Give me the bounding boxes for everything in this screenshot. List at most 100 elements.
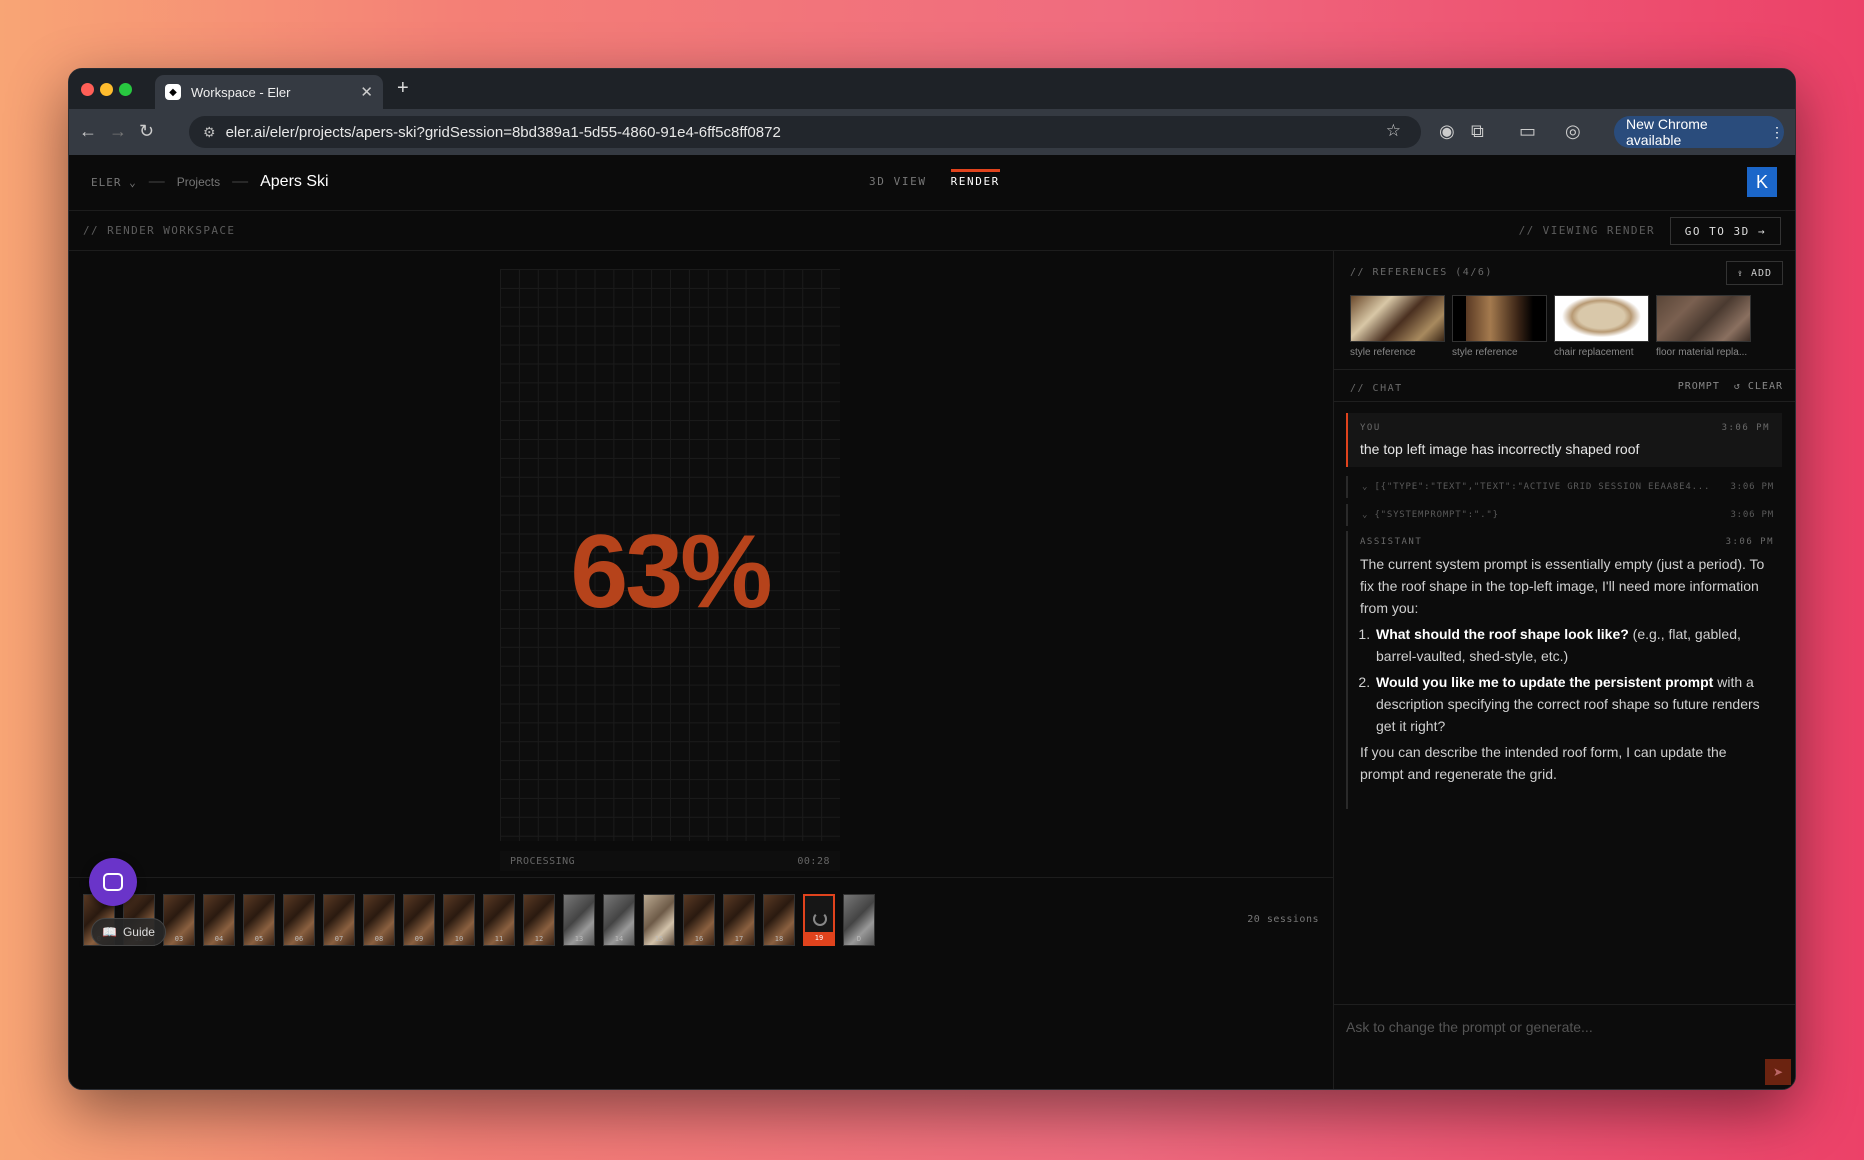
- support-chat-button[interactable]: [89, 858, 137, 906]
- session-number: 04: [214, 935, 224, 943]
- render-workspace-label: // RENDER WORKSPACE: [83, 224, 236, 237]
- chevron-down-icon: ⌄: [1362, 510, 1375, 520]
- message-meta: ASSISTANT 3:06 PM: [1360, 537, 1774, 547]
- message-role: ASSISTANT: [1360, 537, 1423, 547]
- tab-3d-view[interactable]: 3D VIEW: [869, 169, 927, 194]
- session-number: 12: [534, 935, 544, 943]
- go-to-3d-button[interactable]: GO TO 3D →: [1669, 217, 1781, 245]
- session-thumbnail[interactable]: 15: [643, 894, 675, 946]
- browser-tab[interactable]: ◆ Workspace - Eler ✕: [155, 75, 383, 109]
- message-role: YOU: [1360, 423, 1381, 433]
- eler-favicon-icon: ◆: [165, 84, 181, 100]
- guide-button[interactable]: 📖 Guide: [91, 918, 166, 946]
- assistant-outro: If you can describe the intended roof fo…: [1360, 744, 1727, 782]
- reference-thumbnail: [1656, 295, 1751, 342]
- maximize-window-button[interactable]: [119, 83, 132, 96]
- clear-button[interactable]: ↺ CLEAR: [1734, 381, 1783, 392]
- breadcrumb-project-name: Apers Ski: [260, 173, 329, 190]
- system-message-text: [{"TYPE":"TEXT","TEXT":"ACTIVE GRID SESS…: [1374, 482, 1711, 492]
- back-icon[interactable]: ←: [79, 121, 97, 142]
- session-thumbnail[interactable]: 12: [523, 894, 555, 946]
- session-thumbnail[interactable]: 16: [683, 894, 715, 946]
- guide-label: Guide: [122, 925, 155, 939]
- chat-controls: PROMPT ↺ CLEAR: [1678, 381, 1783, 392]
- session-thumbnail[interactable]: 09: [403, 894, 435, 946]
- session-number: 09: [414, 935, 424, 943]
- system-message-text: {"SYSTEMPROMPT":"."}: [1374, 510, 1499, 520]
- reset-icon: ↺: [1733, 381, 1748, 392]
- bookmark-star-icon[interactable]: ☆: [1386, 121, 1401, 141]
- address-bar[interactable]: ⚙ eler.ai/eler/projects/apers-ski?gridSe…: [189, 116, 1421, 148]
- right-panel: // REFERENCES (4/6) ⇪ ADD style referenc…: [1333, 251, 1795, 1089]
- kebab-menu-icon: ⋮: [1770, 123, 1784, 140]
- reference-item[interactable]: chair replacement: [1554, 295, 1649, 358]
- add-reference-label: ADD: [1750, 267, 1772, 279]
- avatar[interactable]: K: [1747, 167, 1777, 197]
- session-number: 08: [374, 935, 384, 943]
- reference-caption: style reference: [1452, 347, 1518, 358]
- reference-caption: style reference: [1350, 347, 1416, 358]
- reference-item[interactable]: style reference: [1452, 295, 1547, 358]
- session-thumbnail[interactable]: 10: [443, 894, 475, 946]
- upload-icon: ⇪: [1736, 267, 1751, 279]
- send-button[interactable]: ➤: [1765, 1059, 1791, 1085]
- workspace-subheader: // RENDER WORKSPACE // VIEWING RENDER GO…: [69, 211, 1795, 251]
- render-canvas: 63% PROCESSING 00:28: [69, 251, 1333, 877]
- reference-thumbnail: [1554, 295, 1649, 342]
- session-thumbnail[interactable]: 11: [483, 894, 515, 946]
- message-time: 3:06 PM: [1725, 537, 1774, 547]
- tab-render[interactable]: RENDER: [950, 169, 1000, 194]
- session-thumbnail[interactable]: 03: [163, 894, 195, 946]
- reference-item[interactable]: style reference: [1350, 295, 1445, 358]
- message-time: 3:06 PM: [1721, 423, 1770, 433]
- assistant-question-list: What should the roof shape look like? (e…: [1374, 623, 1774, 737]
- session-thumbnail[interactable]: 05: [243, 894, 275, 946]
- session-thumbnail[interactable]: 19: [803, 894, 835, 946]
- brand-menu[interactable]: ELER ⌄: [91, 176, 137, 189]
- breadcrumb-projects[interactable]: Projects: [177, 175, 220, 189]
- reload-icon[interactable]: ↻: [139, 121, 154, 142]
- session-number: 14: [614, 935, 624, 943]
- extension-icon[interactable]: ◉: [1439, 121, 1455, 142]
- minimize-window-button[interactable]: [100, 83, 113, 96]
- session-thumbnail[interactable]: 08: [363, 894, 395, 946]
- close-window-button[interactable]: [81, 83, 94, 96]
- session-thumbnail[interactable]: 06: [283, 894, 315, 946]
- add-reference-button[interactable]: ⇪ ADD: [1725, 261, 1783, 285]
- new-tab-icon[interactable]: +: [397, 77, 409, 100]
- session-count: 20 sessions: [1247, 914, 1319, 925]
- app-header: ELER ⌄ — Projects — Apers Ski 3D VIEW RE…: [69, 155, 1795, 211]
- tab-strip: ◆ Workspace - Eler ✕ +: [69, 69, 1795, 109]
- close-tab-icon[interactable]: ✕: [360, 83, 373, 101]
- system-message-collapsed[interactable]: ⌄ {"SYSTEMPROMPT":"."} 3:06 PM: [1346, 504, 1782, 526]
- chevron-down-icon: ⌄: [129, 175, 137, 189]
- media-icon[interactable]: ▭: [1519, 121, 1536, 142]
- session-thumbnail[interactable]: 13: [563, 894, 595, 946]
- reference-list: style reference style reference chair re…: [1350, 295, 1751, 358]
- site-settings-icon[interactable]: ⚙: [203, 124, 216, 141]
- puzzle-icon[interactable]: ⧉: [1471, 121, 1484, 142]
- chat-input[interactable]: Ask to change the prompt or generate...: [1346, 1019, 1593, 1035]
- session-thumbnail[interactable]: 18: [763, 894, 795, 946]
- session-strip: 0020304050607080910111213141516171819D 📖…: [69, 858, 1333, 1089]
- session-thumbnail[interactable]: 14: [603, 894, 635, 946]
- chat-input-area[interactable]: Ask to change the prompt or generate... …: [1334, 1004, 1795, 1089]
- reference-caption: chair replacement: [1554, 347, 1634, 358]
- chrome-update-button[interactable]: New Chrome available ⋮: [1614, 116, 1784, 148]
- session-number: 18: [774, 935, 784, 943]
- forward-icon[interactable]: →: [109, 121, 127, 142]
- assistant-message: ASSISTANT 3:06 PM The current system pro…: [1346, 531, 1782, 809]
- profile-icon[interactable]: ◎: [1565, 121, 1581, 142]
- session-thumbnail[interactable]: D: [843, 894, 875, 946]
- system-message-collapsed[interactable]: ⌄ [{"TYPE":"TEXT","TEXT":"ACTIVE GRID SE…: [1346, 476, 1782, 498]
- session-number: 11: [494, 935, 504, 943]
- chevron-down-icon: ⌄: [1362, 482, 1375, 492]
- session-thumbnail[interactable]: 07: [323, 894, 355, 946]
- prompt-button[interactable]: PROMPT: [1678, 381, 1720, 392]
- session-number: 13: [574, 935, 584, 943]
- session-number: 19: [805, 932, 833, 944]
- session-thumbnail[interactable]: 04: [203, 894, 235, 946]
- breadcrumb: ELER ⌄ — Projects — Apers Ski: [91, 173, 329, 191]
- reference-item[interactable]: floor material repla...: [1656, 295, 1751, 358]
- session-thumbnail[interactable]: 17: [723, 894, 755, 946]
